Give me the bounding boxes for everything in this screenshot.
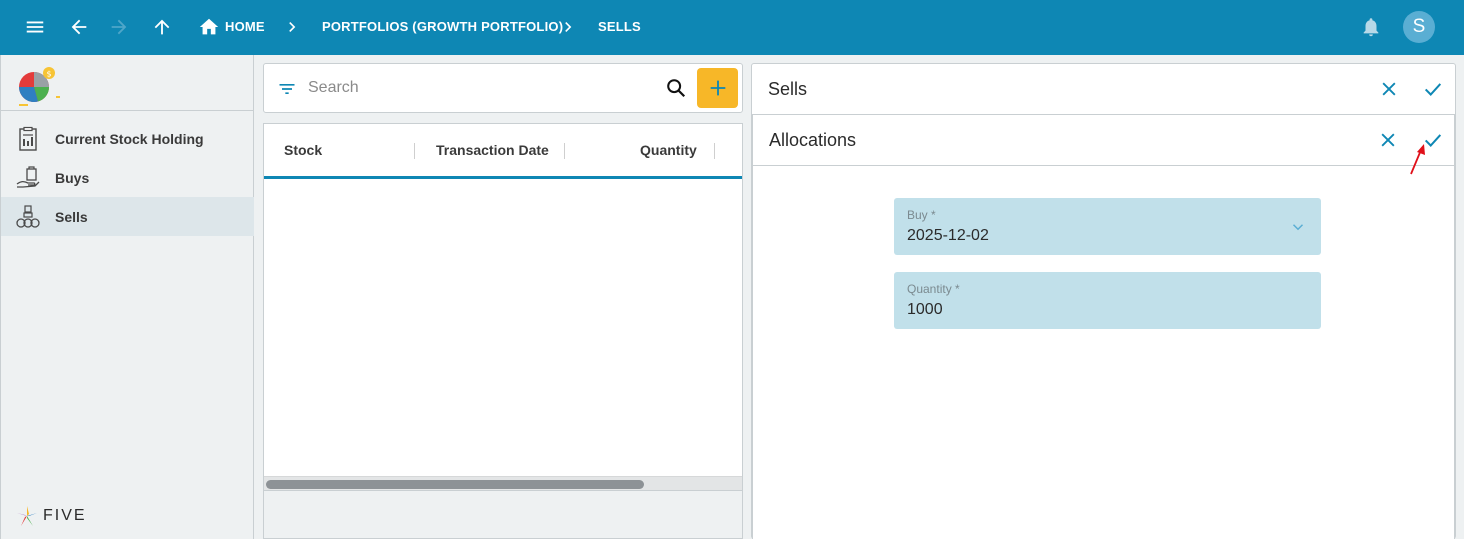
sells-form-title: Sells: [768, 79, 808, 99]
sidebar: $ Current Stock Holding Buys Sells FIVE: [0, 55, 254, 539]
add-button[interactable]: [697, 68, 738, 108]
buy-field-label: Buy *: [907, 208, 936, 222]
sells-list: Stock Transaction Date Quantity: [263, 123, 743, 539]
five-star-logo-icon: [17, 506, 37, 526]
sidebar-item-label: Current Stock Holding: [55, 131, 204, 147]
buy-field-value: 2025-12-02: [907, 227, 989, 244]
brand-name: FIVE: [43, 507, 87, 524]
allocations-header: Allocations: [753, 115, 1454, 166]
scrollbar-thumb[interactable]: [266, 480, 644, 489]
up-arrow-icon[interactable]: [150, 15, 174, 39]
sidebar-item-label: Sells: [55, 209, 88, 225]
breadcrumb-home[interactable]: HOME: [225, 19, 265, 34]
sidebar-item-buys[interactable]: Buys: [1, 158, 254, 197]
quantity-field[interactable]: Quantity * 1000: [894, 272, 1321, 329]
breadcrumb-portfolios[interactable]: PORTFOLIOS (GROWTH PORTFOLIO): [322, 19, 563, 34]
avatar[interactable]: S: [1403, 11, 1435, 43]
bell-icon[interactable]: [1359, 15, 1383, 39]
list-footer: [264, 490, 742, 538]
column-header-transaction-date[interactable]: Transaction Date: [436, 142, 549, 158]
chevron-right-icon: [565, 22, 572, 32]
search-input[interactable]: Search: [308, 79, 359, 97]
column-header-quantity[interactable]: Quantity: [640, 142, 697, 158]
horizontal-scrollbar[interactable]: [264, 476, 742, 490]
filter-icon[interactable]: [277, 79, 297, 99]
allocations-form-title: Allocations: [769, 130, 857, 150]
hand-bag-icon: [16, 166, 40, 188]
portfolio-pie-logo-icon: $: [18, 67, 60, 106]
app-logo-area: $: [1, 55, 254, 111]
sidebar-item-label: Buys: [55, 170, 90, 186]
column-divider[interactable]: [714, 143, 715, 159]
chevron-right-icon: [289, 22, 296, 32]
close-icon[interactable]: [1377, 77, 1401, 101]
forward-arrow-icon[interactable]: [107, 15, 131, 39]
document-chart-icon: [19, 126, 37, 151]
quantity-field-value[interactable]: 1000: [907, 301, 943, 319]
buy-select[interactable]: Buy * 2025-12-02: [894, 198, 1321, 255]
annotation-arrow-icon: [1410, 144, 1425, 175]
sidebar-item-current-stock-holding[interactable]: Current Stock Holding: [1, 119, 254, 158]
plus-icon: [710, 80, 725, 96]
svg-text:$: $: [47, 70, 52, 79]
close-icon[interactable]: [1376, 128, 1400, 152]
quantity-field-label: Quantity *: [907, 282, 960, 296]
column-header-stock[interactable]: Stock: [284, 142, 322, 158]
breadcrumb-sells[interactable]: SELLS: [598, 19, 641, 34]
back-arrow-icon[interactable]: [67, 15, 91, 39]
search-icon[interactable]: [665, 77, 687, 99]
top-app-bar: HOME PORTFOLIOS (GROWTH PORTFOLIO) SELLS…: [0, 0, 1464, 55]
column-divider[interactable]: [564, 143, 565, 159]
sidebar-item-sells[interactable]: Sells: [1, 197, 254, 236]
save-check-icon[interactable]: [1421, 77, 1445, 101]
home-icon[interactable]: [197, 15, 221, 39]
column-divider[interactable]: [414, 143, 415, 159]
chevron-down-icon[interactable]: [1289, 218, 1307, 236]
menu-icon[interactable]: [23, 15, 47, 39]
coins-icon: [16, 205, 40, 228]
list-header: Stock Transaction Date Quantity: [264, 124, 742, 179]
five-brand-logo: FIVE: [15, 503, 87, 529]
search-bar[interactable]: Search: [263, 63, 743, 113]
